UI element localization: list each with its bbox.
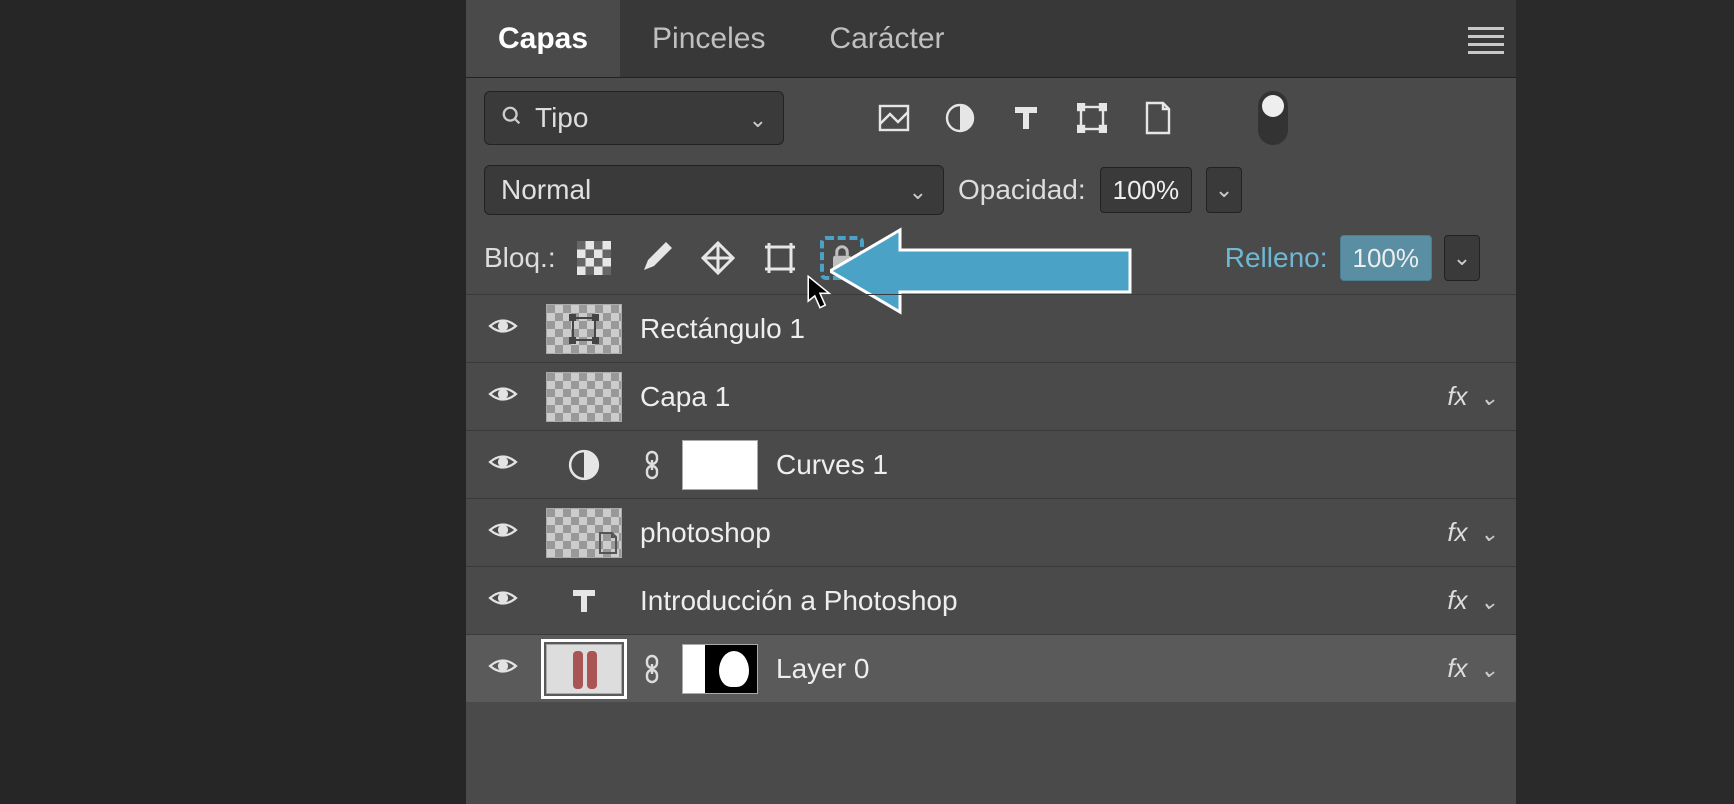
filter-shape-icon[interactable] (1072, 98, 1112, 138)
layer-thumbnail[interactable] (546, 372, 622, 422)
layer-name-label: Rectángulo 1 (640, 313, 805, 345)
lock-pixels-icon[interactable] (634, 236, 678, 280)
lock-row: Bloq.: Relleno: 100% (466, 222, 1516, 294)
filter-text-icon[interactable] (1006, 98, 1046, 138)
lock-artboard-icon[interactable] (758, 236, 802, 280)
lock-position-icon[interactable] (696, 236, 740, 280)
right-gutter (1516, 0, 1734, 804)
adjustment-icon (546, 449, 622, 481)
toggle-knob (1262, 95, 1284, 117)
layer-row-curves[interactable]: Curves 1 (466, 430, 1516, 498)
opacity-value[interactable]: 100% (1100, 167, 1193, 213)
text-layer-icon (546, 586, 622, 616)
layer-name-label: Curves 1 (776, 449, 888, 481)
fx-badge: fx (1447, 517, 1467, 548)
panel-tab-bar: Capas Pinceles Carácter (466, 0, 1516, 78)
layer-row-photoshop[interactable]: photoshop fx (466, 498, 1516, 566)
lock-all-icon[interactable] (820, 236, 864, 280)
layer-thumbnail[interactable] (546, 644, 622, 694)
layer-mask-thumbnail[interactable] (682, 440, 758, 490)
layer-row-introduccion[interactable]: Introducción a Photoshop fx (466, 566, 1516, 634)
blend-mode-value: Normal (501, 174, 591, 206)
chevron-down-icon (749, 102, 767, 134)
layer-name-label: Capa 1 (640, 381, 730, 413)
visibility-eye-icon[interactable] (488, 315, 518, 342)
fx-expand-icon[interactable] (1480, 585, 1498, 616)
visibility-eye-icon[interactable] (488, 587, 518, 614)
blend-row: Normal Opacidad: 100% (466, 158, 1516, 222)
link-icon[interactable] (640, 654, 664, 684)
chevron-down-icon (909, 174, 927, 206)
layers-list: Rectángulo 1 Capa 1 fx Curves 1 (466, 294, 1516, 702)
lock-transparency-icon[interactable] (572, 236, 616, 280)
visibility-eye-icon[interactable] (488, 383, 518, 410)
tab-caracter[interactable]: Carácter (797, 0, 976, 77)
layers-panel: Capas Pinceles Carácter Tipo (466, 0, 1516, 804)
panel-menu-icon[interactable] (1468, 22, 1504, 58)
cursor-icon (806, 275, 834, 309)
layer-thumbnail[interactable] (546, 304, 622, 354)
opacity-label: Opacidad: (958, 174, 1086, 206)
search-icon (501, 102, 523, 134)
layer-name-label: Introducción a Photoshop (640, 585, 958, 617)
lock-icons (572, 236, 864, 280)
fx-expand-icon[interactable] (1480, 517, 1498, 548)
filter-adjustment-icon[interactable] (940, 98, 980, 138)
tab-capas[interactable]: Capas (466, 0, 620, 77)
fill-dropdown-button[interactable] (1444, 235, 1480, 281)
layer-name-label: photoshop (640, 517, 771, 549)
layer-name-label: Layer 0 (776, 653, 869, 685)
fill-group: Relleno: 100% (1225, 235, 1480, 281)
filter-pixel-icon[interactable] (874, 98, 914, 138)
canvas-area (0, 0, 466, 804)
link-icon[interactable] (640, 450, 664, 480)
lock-label: Bloq.: (484, 242, 556, 274)
blend-mode-select[interactable]: Normal (484, 165, 944, 215)
fx-badge: fx (1447, 381, 1467, 412)
fill-value[interactable]: 100% (1340, 235, 1433, 281)
layer-row-capa1[interactable]: Capa 1 fx (466, 362, 1516, 430)
fx-expand-icon[interactable] (1480, 653, 1498, 684)
fx-badge: fx (1447, 653, 1467, 684)
filter-icon-group (874, 98, 1178, 138)
visibility-eye-icon[interactable] (488, 655, 518, 682)
fx-expand-icon[interactable] (1480, 381, 1498, 412)
layer-thumbnail[interactable] (546, 508, 622, 558)
filter-toggle[interactable] (1258, 91, 1288, 145)
layer-row-rectangulo[interactable]: Rectángulo 1 (466, 294, 1516, 362)
visibility-eye-icon[interactable] (488, 451, 518, 478)
filter-row: Tipo (466, 78, 1516, 158)
layer-mask-thumbnail[interactable] (682, 644, 758, 694)
opacity-dropdown-button[interactable] (1206, 167, 1242, 213)
fill-label: Relleno: (1225, 242, 1328, 274)
filter-type-dropdown[interactable]: Tipo (484, 91, 784, 145)
filter-smartobject-icon[interactable] (1138, 98, 1178, 138)
layer-row-layer0[interactable]: Layer 0 fx (466, 634, 1516, 702)
fx-badge: fx (1447, 585, 1467, 616)
filter-type-label: Tipo (535, 102, 588, 134)
tab-pinceles[interactable]: Pinceles (620, 0, 797, 77)
visibility-eye-icon[interactable] (488, 519, 518, 546)
